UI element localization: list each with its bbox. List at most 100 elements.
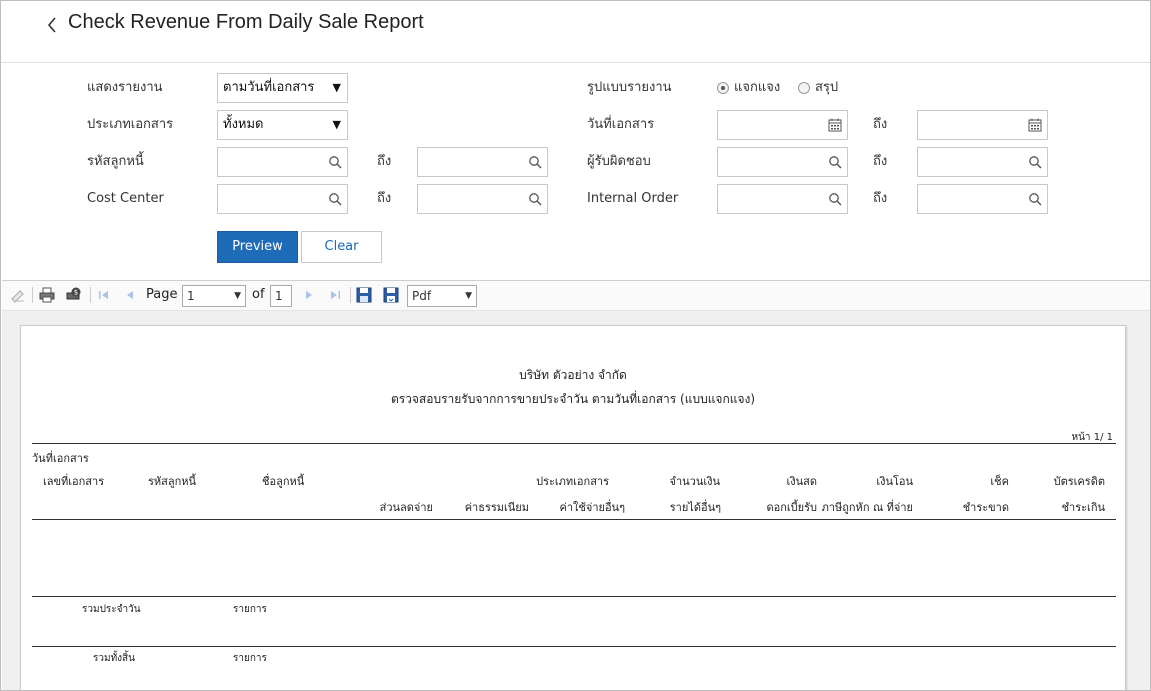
internal-order-from-input[interactable] (717, 184, 848, 214)
col-cash: เงินสด (786, 475, 817, 488)
debtor-code-label: รหัสลูกหนี้ (87, 154, 144, 169)
col-overpay: ชำระเกิน (1061, 501, 1105, 514)
divider-line (32, 443, 1116, 444)
export-icon[interactable] (383, 287, 399, 303)
to-label: ถึง (873, 117, 888, 132)
format-radio-summary[interactable]: สรุป (798, 74, 858, 102)
show-report-select[interactable]: ตามวันที่เอกสาร ▼ (217, 73, 348, 103)
show-report-value: ตามวันที่เอกสาร (223, 80, 315, 95)
page-label: Page (146, 287, 178, 302)
total-pages-value: 1 (275, 289, 283, 303)
report-viewer: $ Page 1 ▼ of 1 Pdf ▼ บริษัท ตัวอย่าง จำ… (2, 280, 1150, 690)
save-icon[interactable] (356, 287, 372, 303)
doc-date-label: วันที่เอกสาร (587, 117, 655, 132)
first-page-icon[interactable] (96, 287, 112, 303)
col-cheque: เช็ค (990, 475, 1009, 488)
search-icon[interactable] (328, 155, 342, 169)
col-debtor-code: รหัสลูกหนี้ (148, 475, 197, 488)
clear-button[interactable]: Clear (301, 231, 382, 263)
page-number-select[interactable]: 1 ▼ (182, 285, 246, 307)
search-icon[interactable] (328, 192, 342, 206)
debtor-code-to-input[interactable] (417, 147, 548, 177)
search-icon[interactable] (1028, 155, 1042, 169)
dropdown-caret-icon: ▼ (234, 291, 241, 301)
page-header: Check Revenue From Daily Sale Report (1, 1, 1150, 63)
page-number-value: 1 (187, 289, 195, 303)
report-title: ตรวจสอบรายรับจากการขายประจำวัน ตามวันที่… (390, 392, 756, 406)
grand-total-label: รวมทั้งสิ้น (93, 653, 135, 664)
format-radio-label: สรุป (815, 80, 839, 95)
col-fee: ค่าธรรมเนียม (464, 501, 529, 514)
page-title: Check Revenue From Daily Sale Report (68, 11, 424, 33)
calendar-icon[interactable] (828, 118, 842, 132)
search-icon[interactable] (528, 192, 542, 206)
internal-order-to-input[interactable] (917, 184, 1048, 214)
debtor-code-from-input[interactable] (217, 147, 348, 177)
cost-center-from-input[interactable] (217, 184, 348, 214)
doc-type-value: ทั้งหมด (223, 117, 264, 132)
dropdown-caret-icon: ▼ (332, 81, 341, 94)
app-window: Check Revenue From Daily Sale Report แสด… (0, 0, 1151, 691)
col-transfer: เงินโอน (876, 475, 913, 488)
of-label: of (252, 287, 265, 302)
previous-page-icon[interactable] (122, 287, 138, 303)
daily-items-label: รายการ (233, 604, 267, 615)
to-label: ถึง (873, 191, 888, 206)
grand-items-label: รายการ (233, 653, 267, 664)
report-company: บริษัท ตัวอย่าง จำกัด (519, 368, 627, 382)
format-radio-label: แจกแจง (734, 80, 781, 95)
toolbar-separator (32, 287, 33, 303)
doc-type-select[interactable]: ทั้งหมด ▼ (217, 110, 348, 140)
preview-button[interactable]: Preview (217, 231, 298, 263)
internal-order-label: Internal Order (587, 191, 679, 206)
col-doc-date: วันที่เอกสาร (32, 452, 89, 465)
export-format-value: Pdf (412, 289, 432, 303)
search-icon[interactable] (828, 155, 842, 169)
responsible-to-input[interactable] (917, 147, 1048, 177)
col-interest: ดอกเบี้ยรับ (766, 501, 818, 514)
search-icon[interactable] (828, 192, 842, 206)
dropdown-caret-icon: ▼ (465, 291, 472, 301)
next-page-icon[interactable] (301, 287, 317, 303)
divider-line (32, 596, 1116, 597)
toolbar-separator (90, 287, 91, 303)
col-cheque-bounce: ชำระขาด (962, 501, 1009, 514)
total-pages-box: 1 (270, 285, 292, 307)
back-arrow-icon[interactable] (43, 13, 63, 37)
calendar-icon[interactable] (1028, 118, 1042, 132)
document-map-icon[interactable] (10, 287, 26, 303)
col-debtor-name: ชื่อลูกหนี้ (262, 475, 305, 488)
print-layout-icon[interactable]: $ (66, 287, 82, 303)
radio-unselected-icon (798, 82, 810, 94)
search-icon[interactable] (1028, 192, 1042, 206)
daily-total-label: รวมประจำวัน (82, 604, 141, 615)
to-label: ถึง (873, 154, 888, 169)
to-label: ถึง (377, 191, 392, 206)
divider-line (32, 519, 1116, 520)
export-format-select[interactable]: Pdf ▼ (407, 285, 477, 307)
to-label: ถึง (377, 154, 392, 169)
responsible-from-input[interactable] (717, 147, 848, 177)
doc-type-label: ประเภทเอกสาร (87, 117, 174, 132)
dropdown-caret-icon: ▼ (332, 118, 341, 131)
print-icon[interactable] (39, 287, 55, 303)
divider-line (32, 646, 1116, 647)
last-page-icon[interactable] (327, 287, 343, 303)
search-icon[interactable] (528, 155, 542, 169)
col-amount: จำนวนเงิน (669, 475, 721, 488)
doc-date-to-input[interactable] (917, 110, 1048, 140)
show-report-label: แสดงรายงาน (87, 80, 163, 95)
responsible-label: ผู้รับผิดชอบ (587, 154, 651, 169)
cost-center-to-input[interactable] (417, 184, 548, 214)
col-wht: ภาษีถูกหัก ณ ที่จ่าย (821, 501, 913, 514)
svg-text:$: $ (74, 289, 78, 297)
radio-selected-icon (717, 82, 729, 94)
col-other-expense: ค่าใช้จ่ายอื่นๆ (559, 501, 625, 514)
col-doc-no: เลขที่เอกสาร (43, 475, 105, 488)
col-discount: ส่วนลดจ่าย (379, 501, 433, 514)
report-format-label: รูปแบบรายงาน (587, 80, 672, 95)
format-radio-detail[interactable]: แจกแจง (717, 74, 787, 102)
report-page: บริษัท ตัวอย่าง จำกัด ตรวจสอบรายรับจากกา… (20, 325, 1126, 690)
doc-date-from-input[interactable] (717, 110, 848, 140)
col-doc-type: ประเภทเอกสาร (536, 475, 609, 488)
